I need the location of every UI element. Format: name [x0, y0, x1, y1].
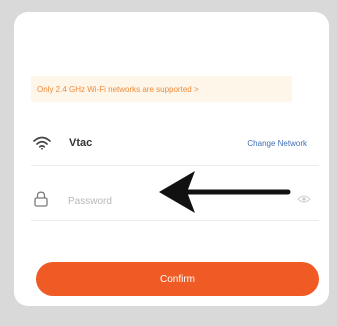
- network-name: Vtac: [69, 137, 93, 149]
- wifi-icon: [31, 134, 53, 152]
- confirm-button[interactable]: Confirm: [36, 262, 319, 296]
- change-network-link[interactable]: Change Network: [247, 139, 307, 148]
- pointer-arrow-icon: [159, 171, 291, 213]
- wifi-setup-card: Only 2.4 GHz Wi-Fi networks are supporte…: [14, 12, 329, 306]
- lock-icon: [33, 190, 49, 208]
- eye-icon[interactable]: [296, 192, 312, 206]
- notice-text: Only 2.4 GHz Wi-Fi networks are supporte…: [37, 84, 199, 94]
- network-support-notice[interactable]: Only 2.4 GHz Wi-Fi networks are supporte…: [31, 76, 292, 102]
